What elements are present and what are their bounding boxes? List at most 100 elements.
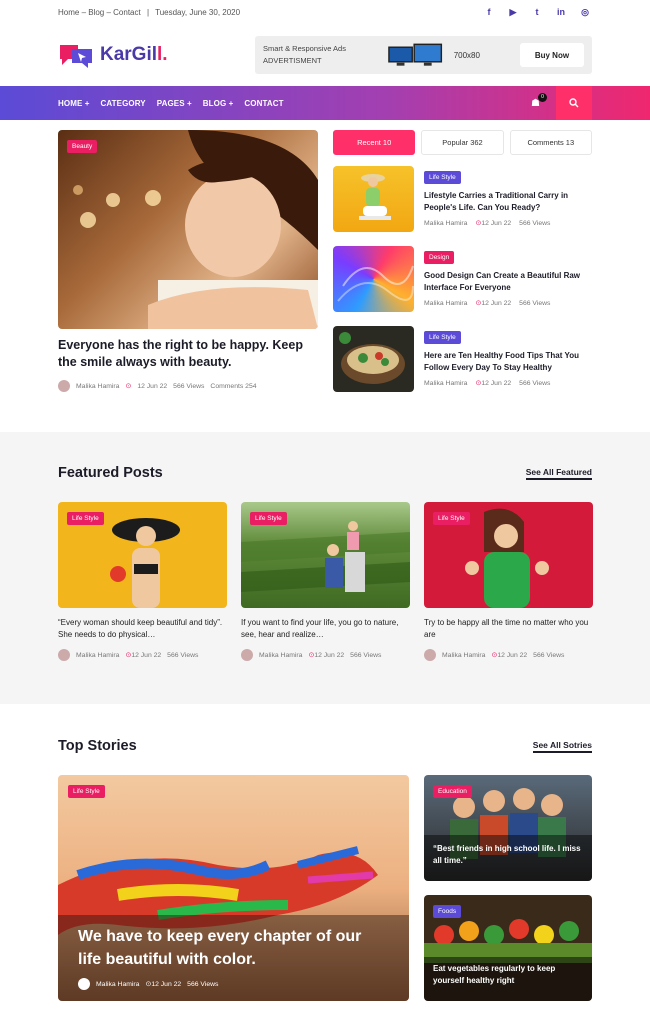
hero-post[interactable]: Beauty Everyone has the right to be happ… (58, 130, 318, 392)
post-image[interactable]: Life Style (241, 502, 410, 608)
category-badge[interactable]: Life Style (424, 331, 461, 344)
category-badge[interactable]: Life Style (433, 512, 470, 525)
cart-icon[interactable]: ☗ 0 (531, 92, 547, 109)
category-badge[interactable]: Foods (433, 905, 462, 918)
author-name[interactable]: Malika Hamira (424, 220, 467, 227)
youtube-icon[interactable]: ▶ (506, 5, 520, 19)
logo-icon (60, 45, 92, 68)
author-name[interactable]: Malika Hamira (424, 380, 467, 387)
post-meta: Malika Hamira ⊙12 Jun 22 566 Views (424, 379, 592, 388)
top-story-small[interactable]: Education “Best friends in high school l… (424, 775, 592, 881)
post-excerpt[interactable]: Try to be happy all the time no matter w… (424, 617, 593, 641)
avatar (241, 649, 253, 661)
see-all-stories-link[interactable]: See All Sotries (532, 740, 592, 753)
post-date: 12 Jun 22 (481, 380, 512, 387)
category-badge[interactable]: Life Style (68, 785, 105, 798)
avatar (58, 649, 70, 661)
featured-posts: Life Style “Every woman should keep beau… (58, 502, 593, 661)
nav-item-category[interactable]: CATEGORY (101, 99, 146, 108)
category-badge[interactable]: Education (433, 785, 472, 798)
category-badge[interactable]: Life Style (250, 512, 287, 525)
post-date: 12 Jun 22 (151, 981, 182, 988)
facebook-icon[interactable]: f (482, 5, 496, 19)
post-thumbnail[interactable] (333, 326, 414, 392)
top-story-small[interactable]: Foods Eat vegetables regularly to keep y… (424, 895, 592, 1001)
hero-title[interactable]: Everyone has the right to be happy. Keep… (58, 337, 318, 371)
cart-count: 0 (538, 92, 547, 102)
top-bar-left: Home – Blog – Contact | Tuesday, June 30… (58, 8, 244, 17)
author-name[interactable]: Malika Hamira (442, 652, 485, 659)
hero-image[interactable]: Beauty (58, 130, 318, 329)
ad-banner[interactable]: Smart & Responsive Ads ADVERTISMENT 700x… (255, 36, 592, 74)
main-nav: HOME + CATEGORY PAGES + BLOG + CONTACT ☗… (0, 86, 650, 120)
see-all-featured-link[interactable]: See All Featured (525, 467, 592, 480)
category-badge[interactable]: Life Style (424, 171, 461, 184)
post-thumbnail[interactable] (333, 246, 414, 312)
post-meta: Malika Hamira ⊙12 Jun 22 566 Views (424, 219, 592, 228)
site-logo[interactable]: KarGill. (58, 41, 168, 69)
post-meta: Malika Hamira ⊙12 Jun 22 566 Views (78, 978, 218, 990)
post-excerpt[interactable]: If you want to find your life, you go to… (241, 617, 410, 641)
tab-recent[interactable]: Recent 10 (333, 130, 416, 155)
tab-comments[interactable]: Comments 13 (509, 130, 592, 155)
author-name[interactable]: Malika Hamira (424, 300, 467, 307)
nav-item-pages[interactable]: PAGES + (157, 99, 192, 108)
featured-card[interactable]: Life Style “Every woman should keep beau… (58, 502, 227, 661)
nav-item-contact[interactable]: CONTACT (244, 99, 283, 108)
story-title[interactable]: “Best friends in high school life. I mis… (433, 843, 583, 867)
search-button[interactable] (556, 86, 592, 120)
nav-item-blog[interactable]: BLOG + (203, 99, 234, 108)
post-date: 12 Jun 22 (497, 652, 528, 659)
linkedin-icon[interactable]: in (554, 5, 568, 19)
post-content: Life Style Here are Ten Healthy Food Tip… (424, 326, 592, 392)
breadcrumb[interactable]: Home – Blog – Contact (58, 8, 141, 17)
story-title[interactable]: We have to keep every chapter of our lif… (78, 925, 388, 971)
post-tabs: Recent 10 Popular 362 Comments 13 (333, 130, 592, 155)
top-story-main[interactable]: Life Style We have to keep every chapter… (58, 775, 409, 1001)
nav-item-home[interactable]: HOME + (58, 99, 90, 108)
post-title[interactable]: Good Design Can Create a Beautiful Raw I… (424, 270, 592, 294)
story-title[interactable]: Eat vegetables regularly to keep yoursel… (433, 963, 583, 987)
clock-icon: ⊙ (125, 383, 132, 390)
view-count: 566 Views (519, 219, 551, 227)
post-title[interactable]: Here are Ten Healthy Food Tips That You … (424, 350, 592, 374)
author-name[interactable]: Malika Hamira (259, 652, 302, 659)
current-date: Tuesday, June 30, 2020 (155, 7, 241, 17)
post-thumbnail[interactable] (333, 166, 414, 232)
section-title: Featured Posts (58, 465, 163, 481)
post-image[interactable]: Life Style (58, 502, 227, 608)
post-excerpt[interactable]: “Every woman should keep beautiful and t… (58, 617, 227, 641)
nav-right: ☗ 0 (531, 86, 592, 120)
thumbnail-photo (337, 265, 414, 302)
category-badge[interactable]: Life Style (67, 512, 104, 525)
list-item[interactable]: Life Style Here are Ten Healthy Food Tip… (333, 326, 592, 392)
buy-now-button[interactable]: Buy Now (519, 43, 584, 67)
view-count: 566 Views (187, 980, 219, 988)
section-title: Top Stories (58, 738, 137, 754)
featured-card[interactable]: Life Style Try to be happy all the time … (424, 502, 593, 661)
post-date: 12 Jun 22 (481, 220, 512, 227)
whatsapp-icon[interactable]: ◎ (578, 5, 592, 19)
featured-header: Featured Posts See All Featured (58, 465, 592, 481)
site-header: KarGill. Smart & Responsive Ads ADVERTIS… (0, 24, 650, 86)
logo-text: KarGill. (100, 44, 168, 66)
social-links: f ▶ t in ◎ (482, 5, 592, 19)
author-name[interactable]: Malika Hamira (96, 981, 139, 988)
author-name[interactable]: Malika Hamira (76, 383, 119, 390)
twitter-icon[interactable]: t (530, 5, 544, 19)
tab-popular[interactable]: Popular 362 (421, 130, 504, 155)
post-image[interactable]: Life Style (424, 502, 593, 608)
view-count: 566 Views (350, 651, 382, 659)
post-date: 12 Jun 22 (481, 300, 512, 307)
post-title[interactable]: Lifestyle Carries a Traditional Carry in… (424, 190, 592, 214)
ad-size: 700x80 (453, 50, 480, 60)
list-item[interactable]: Life Style Lifestyle Carries a Tradition… (333, 166, 592, 232)
post-date: 12 Jun 22 (131, 652, 162, 659)
featured-card[interactable]: Life Style If you want to find your life… (241, 502, 410, 661)
category-badge[interactable]: Design (424, 251, 455, 264)
view-count: 566 Views (173, 382, 205, 390)
category-badge[interactable]: Beauty (67, 140, 98, 153)
thumbnail-photo (339, 332, 405, 384)
author-name[interactable]: Malika Hamira (76, 652, 119, 659)
list-item[interactable]: Design Good Design Can Create a Beautifu… (333, 246, 592, 312)
